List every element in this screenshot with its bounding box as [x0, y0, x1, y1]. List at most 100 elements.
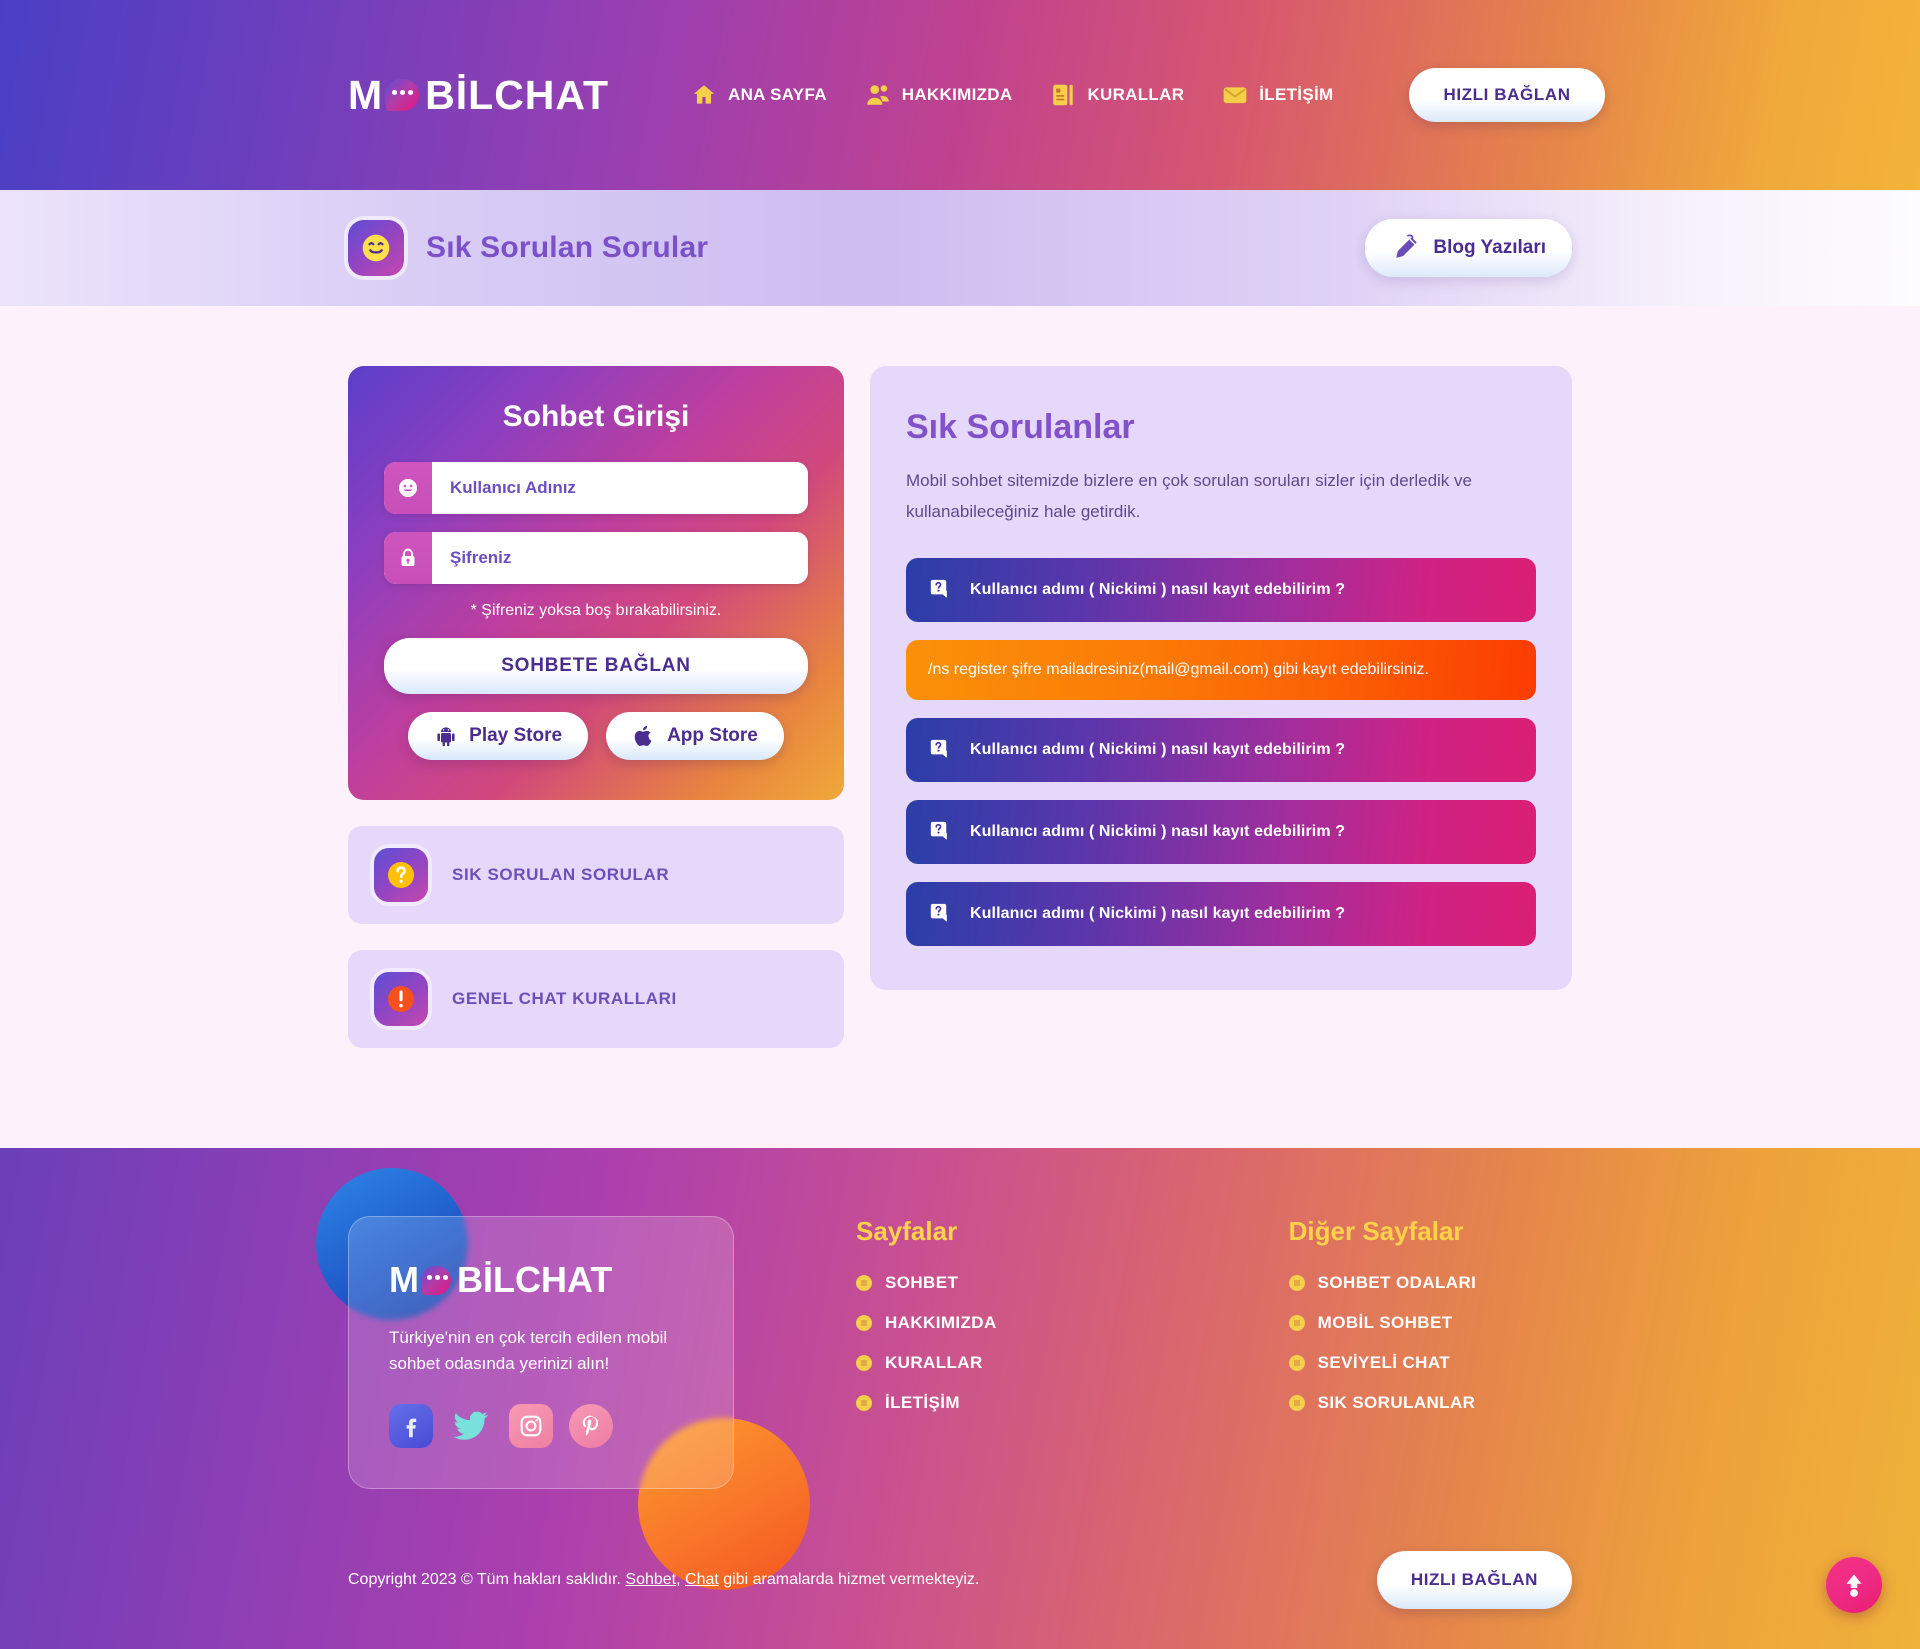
side-link-faq[interactable]: SIK SORULAN SORULAR [348, 826, 844, 924]
faq-question-text: Kullanıcı adımı ( Nickimi ) nasıl kayıt … [970, 580, 1346, 598]
footer-link-kurallar[interactable]: KURALLAR [856, 1353, 997, 1373]
footer-brand-card: M BİLCHAT Türkiye'nin en çok tercih edil… [348, 1216, 734, 1489]
nav-label: KURALLAR [1087, 85, 1185, 104]
play-store-button[interactable]: Play Store [408, 712, 589, 760]
footer-brand-wrapper: M BİLCHAT Türkiye'nin en çok tercih edil… [316, 1168, 810, 1590]
footer-column-other-pages: Diğer Sayfalar SOHBET ODALARI MOBİL SOHB… [1288, 1216, 1477, 1433]
chat-bubble-icon [421, 1263, 455, 1297]
username-input[interactable] [432, 462, 808, 514]
app-store-button[interactable]: App Store [606, 712, 784, 760]
footer-column-pages: Sayfalar SOHBET HAKKIMIZDA KURALLAR İLET… [856, 1216, 997, 1433]
page-root: M BİLCHAT ANA SAYFA HAKKIMIZDA KURALLAR [0, 0, 1920, 1649]
question-bubble-icon [930, 821, 947, 840]
bullet-icon [856, 1275, 872, 1291]
instagram-icon[interactable] [509, 1403, 553, 1448]
arrow-up-icon [1846, 1574, 1862, 1597]
blog-posts-button[interactable]: Blog Yazıları [1365, 219, 1572, 277]
nav-label: ANA SAYFA [728, 85, 827, 104]
bullet-icon [1288, 1275, 1305, 1291]
faq-question-text: Kullanıcı adımı ( Nickimi ) nasıl kayıt … [970, 904, 1346, 922]
side-link-label: GENEL CHAT KURALLARI [452, 989, 677, 1008]
nav-item-iletisim[interactable]: İLETİŞİM [1222, 82, 1333, 108]
faq-question-3[interactable]: Kullanıcı adımı ( Nickimi ) nasıl kayıt … [906, 799, 1536, 864]
footer-top: M BİLCHAT Türkiye'nin en çok tercih edil… [316, 1168, 1572, 1590]
footer-link-label: SIK SORULANLAR [1317, 1393, 1476, 1412]
bullet-icon [856, 1395, 872, 1411]
site-logo[interactable]: M BİLCHAT [348, 72, 609, 119]
username-field-wrapper [384, 462, 808, 514]
footer-link-label: SOHBET [885, 1273, 959, 1292]
password-hint: * Şifreniz yoksa boş bırakabilirsiniz. [470, 602, 722, 619]
question-bubble-icon [930, 739, 947, 758]
question-bubble-icon [930, 579, 947, 598]
footer-link-sik-sorulanlar[interactable]: SIK SORULANLAR [1288, 1393, 1477, 1413]
nav-item-hakkimizda[interactable]: HAKKIMIZDA [865, 82, 1013, 108]
titlebar-left-group: Sık Sorulan Sorular [348, 220, 708, 276]
app-store-label: App Store [667, 725, 758, 746]
faq-question-2[interactable]: Kullanıcı adımı ( Nickimi ) nasıl kayıt … [906, 717, 1536, 782]
left-column: Sohbet Girişi * Şifreniz yoksa boş bırak… [348, 366, 844, 1048]
bullet-icon [1288, 1355, 1305, 1371]
side-link-rules[interactable]: GENEL CHAT KURALLARI [348, 950, 844, 1048]
footer-link-sohbet-odalari[interactable]: SOHBET ODALARI [1288, 1273, 1477, 1293]
smiley-icon [384, 462, 432, 514]
footer-bottom: Copyright 2023 © Tüm hakları saklıdır. S… [348, 1523, 1572, 1649]
copyright-link-sohbet[interactable]: Sohbet [625, 1571, 676, 1588]
footer-link-hakkimizda[interactable]: HAKKIMIZDA [856, 1313, 997, 1333]
faq-question-1[interactable]: Kullanıcı adımı ( Nickimi ) nasıl kayıt … [906, 557, 1536, 622]
apple-icon [634, 725, 652, 747]
document-icon [1053, 84, 1074, 106]
faq-description: Mobil sohbet sitemizde bizlere en çok so… [906, 471, 1472, 522]
faq-title: Sık Sorulanlar [906, 408, 1135, 446]
copyright-link-chat[interactable]: Chat [685, 1571, 719, 1588]
footer-link-mobil-sohbet[interactable]: MOBİL SOHBET [1288, 1313, 1477, 1333]
password-input[interactable] [432, 532, 808, 584]
logo-text-post: BİLCHAT [425, 71, 610, 118]
faq-panel: Sık Sorulanlar Mobil sohbet sitemizde bi… [870, 366, 1572, 990]
bullet-icon [856, 1355, 872, 1371]
store-buttons-row: Play Store App Store [384, 712, 808, 760]
copyright-text: Copyright 2023 © Tüm hakları saklıdır. S… [348, 1571, 979, 1589]
nav-item-ana-sayfa[interactable]: ANA SAYFA [691, 82, 827, 108]
scroll-to-top-button[interactable] [1826, 1556, 1882, 1613]
footer-link-sohbet[interactable]: SOHBET [856, 1273, 997, 1293]
side-link-label: SIK SORULAN SORULAR [452, 865, 670, 884]
envelope-icon [1223, 87, 1247, 104]
connect-to-chat-button[interactable]: SOHBETE BAĞLAN [384, 638, 808, 694]
site-footer: M BİLCHAT Türkiye'nin en çok tercih edil… [0, 1148, 1920, 1649]
main-navigation: ANA SAYFA HAKKIMIZDA KURALLAR İLETİŞİM [691, 82, 1333, 108]
footer-logo-post: BİLCHAT [457, 1259, 613, 1300]
facebook-icon[interactable] [389, 1403, 433, 1448]
home-icon [693, 85, 715, 104]
footer-link-label: İLETİŞİM [885, 1393, 960, 1412]
footer-link-iletisim[interactable]: İLETİŞİM [856, 1393, 997, 1413]
login-card: Sohbet Girişi * Şifreniz yoksa boş bırak… [348, 366, 844, 800]
bullet-icon [1288, 1315, 1305, 1331]
question-bubble-icon [930, 903, 947, 922]
faq-question-text: Kullanıcı adımı ( Nickimi ) nasıl kayıt … [970, 740, 1346, 758]
footer-link-seviyeli-chat[interactable]: SEVİYELİ CHAT [1288, 1353, 1477, 1373]
footer-quick-connect-button[interactable]: HIZLI BAĞLAN [1376, 1550, 1572, 1609]
android-icon [437, 727, 455, 747]
footer-link-label: KURALLAR [885, 1353, 983, 1372]
blog-button-label: Blog Yazıları [1433, 237, 1546, 258]
page-title: Sık Sorulan Sorular [426, 231, 709, 264]
nav-label: HAKKIMIZDA [901, 85, 1013, 104]
right-column: Sık Sorulanlar Mobil sohbet sitemizde bi… [870, 366, 1572, 990]
logo-text-pre: M [348, 71, 384, 118]
footer-logo-pre: M [389, 1259, 419, 1300]
nav-label: İLETİŞİM [1259, 85, 1334, 104]
nav-item-kurallar[interactable]: KURALLAR [1050, 82, 1184, 108]
password-field-wrapper [384, 532, 808, 584]
smiley-icon [348, 220, 404, 276]
faq-question-4[interactable]: Kullanıcı adımı ( Nickimi ) nasıl kayıt … [906, 881, 1536, 946]
footer-link-label: MOBİL SOHBET [1317, 1313, 1453, 1332]
footer-column-title: Sayfalar [856, 1216, 958, 1246]
twitter-icon[interactable] [449, 1404, 493, 1448]
copyright-pre: Copyright 2023 © Tüm hakları saklıdır. [348, 1570, 626, 1588]
pinterest-icon[interactable] [569, 1403, 613, 1448]
play-store-label: Play Store [469, 725, 563, 746]
chat-bubble-icon [385, 76, 423, 114]
site-header: M BİLCHAT ANA SAYFA HAKKIMIZDA KURALLAR [0, 0, 1920, 190]
quick-connect-button[interactable]: HIZLI BAĞLAN [1409, 68, 1605, 122]
